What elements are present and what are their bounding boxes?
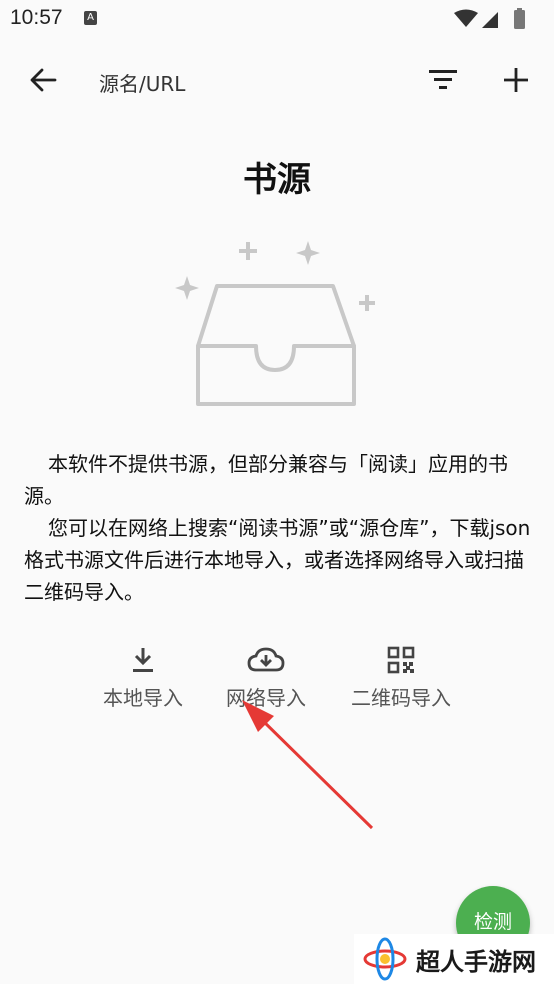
- add-button[interactable]: [494, 58, 538, 102]
- download-icon: [133, 648, 153, 672]
- battery-icon: [514, 10, 525, 29]
- empty-inbox-icon: [175, 241, 375, 406]
- fab-label: 检测: [473, 910, 512, 933]
- qr-import-button[interactable]: 二维码导入: [346, 646, 456, 711]
- search-field[interactable]: 源名/URL: [99, 68, 185, 97]
- signal-icon: [482, 12, 498, 28]
- action-label: 本地导入: [103, 686, 183, 710]
- top-app-bar: 源名/URL: [0, 48, 554, 112]
- arrow-left-icon: [30, 68, 57, 92]
- notification-icon: A: [84, 11, 97, 25]
- watermark: 超人手游网: [354, 934, 554, 984]
- description-paragraph: 本软件不提供书源，但部分兼容与「阅读」应用的书源。: [24, 452, 508, 508]
- wifi-icon: [454, 9, 478, 27]
- network-import-button[interactable]: 网络导入: [220, 646, 312, 711]
- empty-description: 本软件不提供书源，但部分兼容与「阅读」应用的书源。 您可以在网络上搜索“阅读书源…: [24, 448, 534, 608]
- qr-code-icon: [387, 646, 415, 674]
- plus-icon: [504, 68, 528, 92]
- watermark-logo: [363, 937, 407, 981]
- action-label: 网络导入: [226, 686, 306, 710]
- status-bar: 10:57 A: [0, 0, 554, 40]
- filter-button[interactable]: [421, 58, 465, 102]
- watermark-text: 超人手游网: [416, 947, 536, 976]
- description-paragraph: 您可以在网络上搜索“阅读书源”或“源仓库”，下载json格式书源文件后进行本地导…: [24, 516, 531, 604]
- status-time: 10:57: [10, 6, 63, 29]
- back-button[interactable]: [21, 58, 65, 102]
- local-import-button[interactable]: 本地导入: [98, 646, 188, 711]
- page-title: 书源: [243, 160, 311, 200]
- filter-icon: [429, 70, 457, 89]
- import-actions: 本地导入 网络导入 二维码导入: [0, 646, 554, 716]
- action-label: 二维码导入: [351, 686, 451, 710]
- status-icons: [454, 8, 525, 29]
- cloud-download-icon: [247, 647, 285, 672]
